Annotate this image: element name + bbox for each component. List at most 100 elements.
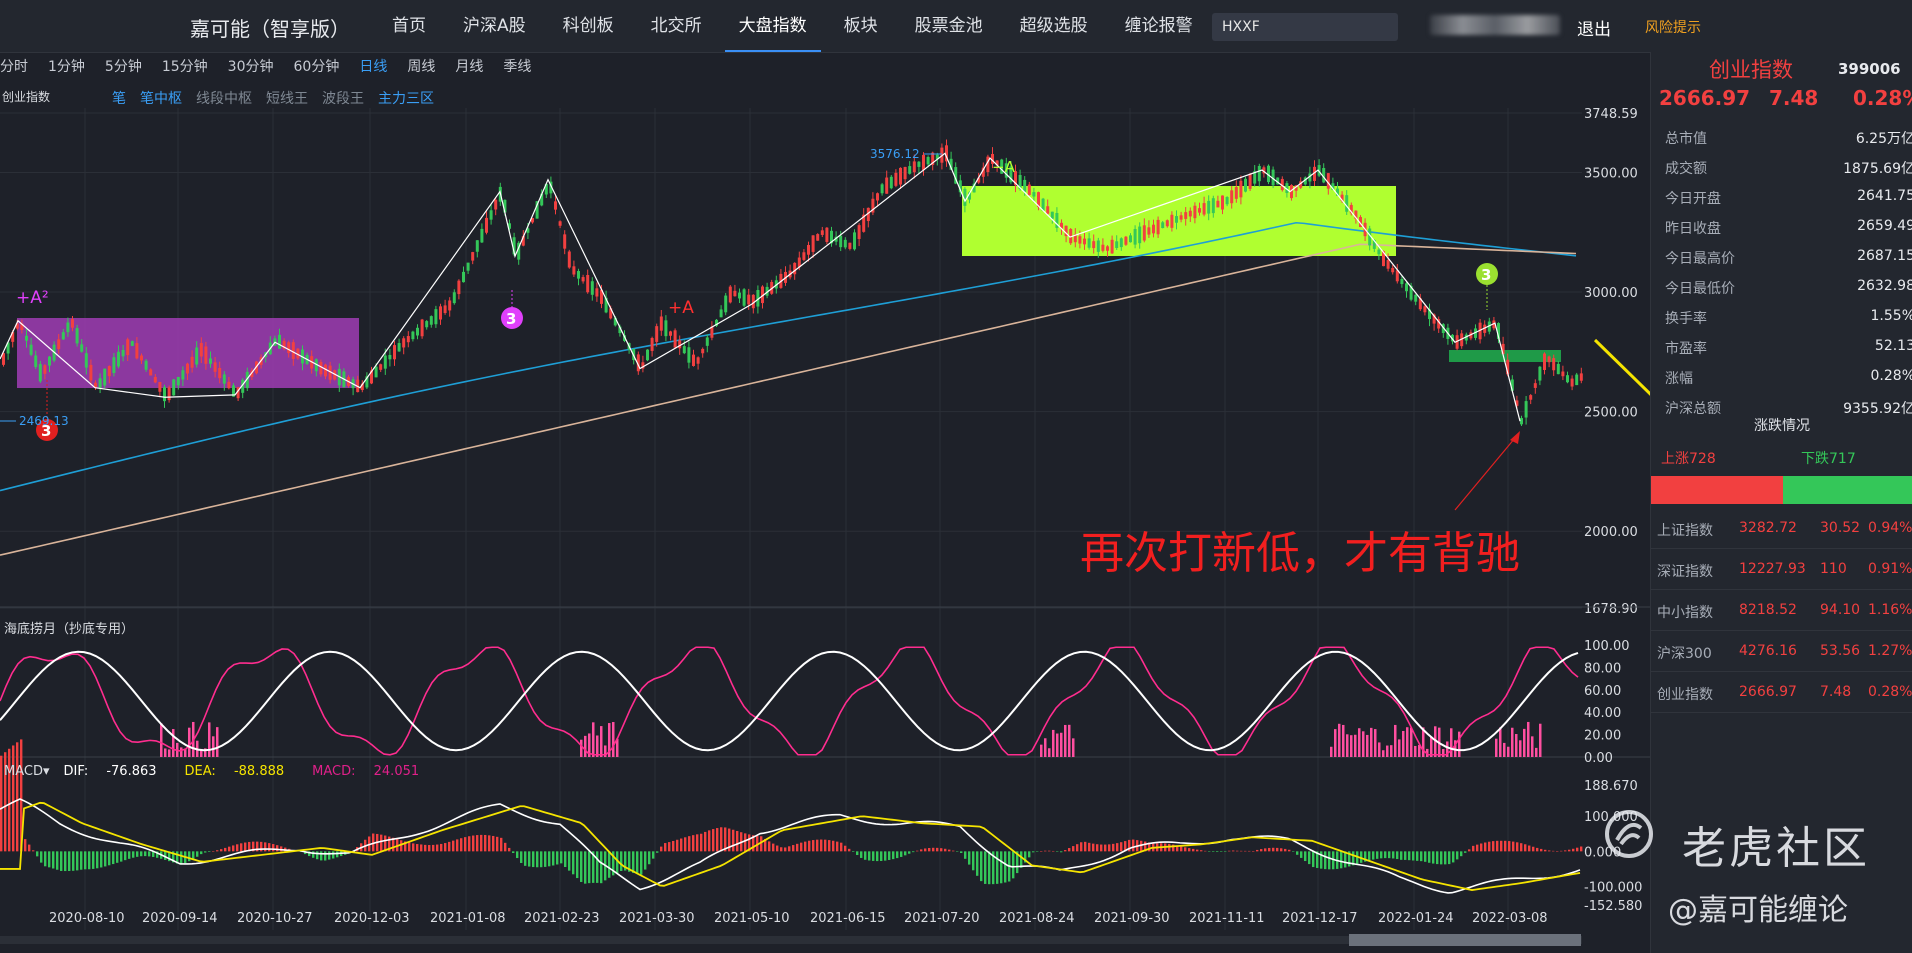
candle-body (1221, 195, 1224, 210)
macd-bar (1060, 851, 1063, 853)
index-row-price: 2666.97 (1739, 684, 1797, 700)
macd-bar (420, 844, 423, 852)
macd-bar (16, 742, 19, 852)
macd-bar (552, 851, 555, 866)
macd-bar (648, 851, 651, 865)
candle-body (448, 300, 452, 311)
macd-bar (1064, 850, 1067, 852)
macd-bar (960, 851, 963, 853)
macd-bar (1416, 851, 1419, 861)
macd-bar (472, 835, 475, 852)
macd-bar (1388, 851, 1391, 859)
macd-bar (1264, 848, 1267, 852)
macd-bar (1412, 851, 1415, 861)
stat-row: 今日最高价 2687.15 (1651, 242, 1912, 272)
stat-label: 今日最低价 (1665, 281, 1735, 297)
indicator-tick: 60.00 (1584, 684, 1621, 699)
macd-bar (240, 843, 243, 852)
macd-bar (1312, 851, 1315, 868)
index-row-price: 8218.52 (1739, 602, 1797, 618)
macd-bar (808, 840, 811, 852)
dif-value: -76.863 (106, 764, 157, 779)
watermark-author: @嘉可能缠论 (1668, 893, 1848, 928)
candle-body (586, 274, 590, 293)
indicator-bar (1358, 728, 1361, 757)
indicator-bar (168, 749, 171, 757)
candle-body (1165, 220, 1169, 227)
indicator-bar (172, 729, 175, 757)
macd-bar (424, 844, 427, 852)
index-row[interactable]: 中小指数 8218.52 94.10 1.16% (1651, 590, 1912, 631)
candle-body (163, 387, 166, 402)
macd-bar (1212, 851, 1215, 852)
scrollbar-thumb[interactable] (1349, 934, 1581, 946)
index-row[interactable]: 上证指数 3282.72 30.52 0.94% (1651, 508, 1912, 549)
indicator-line-pink (0, 646, 1579, 756)
macd-bar (948, 849, 951, 852)
macd-bar (544, 851, 547, 867)
candle-body (1202, 203, 1206, 215)
date-tick: 2021-08-24 (999, 911, 1075, 926)
indicator-bar (1410, 727, 1413, 757)
macd-bar (716, 828, 719, 852)
macd-val: 24.051 (373, 764, 420, 779)
macd-bar (52, 851, 55, 869)
macd-bar (128, 851, 131, 859)
macd-legend: MACD▾ DIF: -76.863 DEA: -88.888 MACD: 24… (4, 764, 447, 779)
candle-body (112, 357, 116, 374)
macd-bar (1260, 849, 1263, 852)
candle-body (558, 221, 562, 226)
macd-bar (1100, 844, 1103, 852)
candle-body (1027, 184, 1031, 195)
stat-label: 成交额 (1665, 161, 1707, 177)
candle-body (1078, 236, 1082, 244)
macd-bar (108, 851, 111, 866)
macd-bar (812, 840, 815, 852)
macd-bar (1304, 851, 1307, 862)
macd-bar (768, 841, 771, 852)
macd-bar (1224, 851, 1227, 852)
macd-bar (24, 839, 27, 852)
index-row-name: 中小指数 (1657, 605, 1713, 621)
candle-body (1533, 383, 1537, 388)
candle-body (126, 339, 130, 356)
macd-bar (644, 851, 647, 870)
candle-body (1087, 238, 1091, 248)
candle-body (383, 355, 387, 369)
macd-bar (1324, 851, 1327, 870)
indicator-bar (1350, 735, 1353, 757)
macd-bar (40, 851, 43, 863)
low-label: 2469.13 (19, 414, 69, 428)
macd-bar (76, 851, 79, 871)
indicator-bar (1040, 744, 1043, 757)
index-row-change: 94.10 (1820, 602, 1861, 618)
index-row[interactable]: 创业指数 2666.97 7.48 0.28% (1651, 672, 1912, 713)
candle-body (738, 292, 741, 299)
macd-bar (588, 851, 591, 884)
index-row-price: 3282.72 (1739, 520, 1797, 536)
candle-body (696, 357, 700, 364)
kline-chart[interactable]: +A² +A −A 3 3 3 3576.12 2469.13 3748.593… (0, 0, 1650, 953)
candle-body (1405, 283, 1408, 292)
price-tick: 3748.59 (1584, 107, 1638, 122)
macd-bar (1564, 850, 1567, 852)
indicator-bar (1499, 727, 1502, 757)
chart-scrollbar[interactable] (0, 936, 1582, 944)
candle-body (429, 316, 433, 325)
macd-bar (236, 844, 239, 852)
macd-bar (920, 849, 923, 852)
candle-body (885, 177, 889, 194)
macd-bar (1196, 849, 1199, 852)
stat-row: 今日最低价 2632.98 (1651, 272, 1912, 302)
index-row[interactable]: 深证指数 12227.93 110 0.91% (1651, 549, 1912, 590)
candle-body (38, 364, 42, 382)
indicator-bar (1342, 724, 1345, 757)
candle-body (1570, 378, 1574, 387)
index-row[interactable]: 沪深300 4276.16 53.56 1.27% (1651, 631, 1912, 672)
candle-body (1156, 219, 1160, 235)
macd-bar (1464, 851, 1467, 853)
risk-warning-link[interactable]: 风险提示 (1645, 17, 1701, 37)
index-pct: 0.28% (1853, 86, 1912, 110)
macd-bar (968, 851, 971, 865)
macd-dropdown[interactable]: MACD▾ (4, 764, 50, 779)
